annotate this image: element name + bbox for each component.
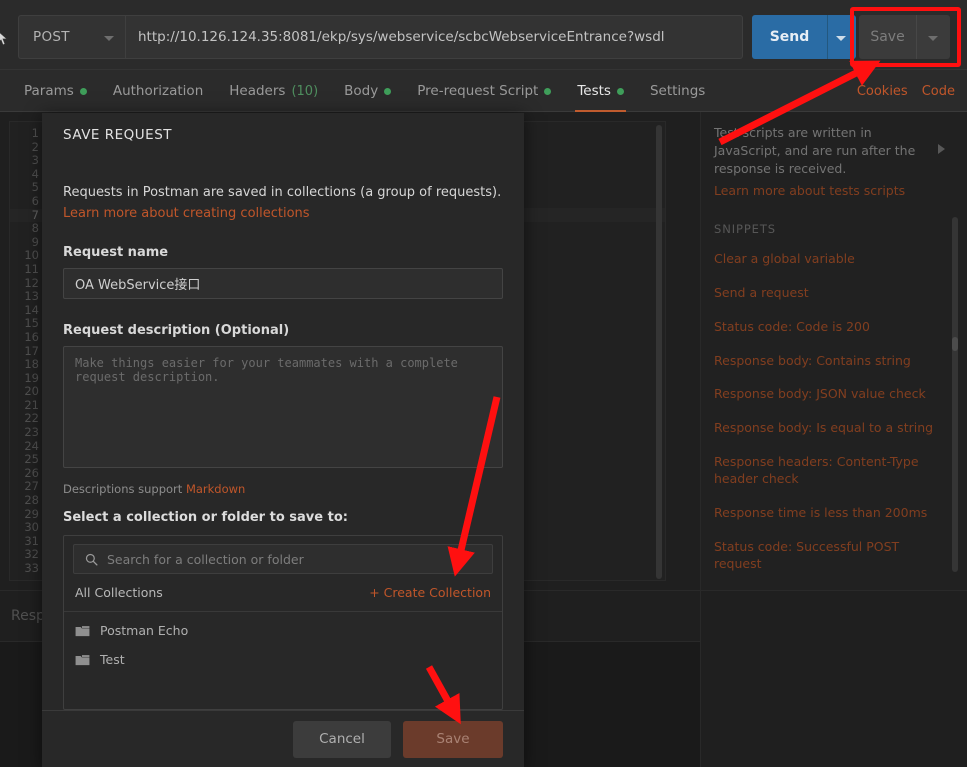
select-collection-label: Select a collection or folder to save to… xyxy=(63,510,503,525)
chevron-down-icon xyxy=(104,36,114,41)
tab-tests[interactable]: Tests xyxy=(564,70,637,112)
modal-intro-text: Requests in Postman are saved in collect… xyxy=(63,185,503,200)
collection-list: Postman Echo Test xyxy=(64,616,502,674)
modal-save-button[interactable]: Save xyxy=(403,721,503,758)
tab-headers[interactable]: Headers (10) xyxy=(216,70,331,112)
request-name-label: Request name xyxy=(63,245,503,260)
collection-list-item[interactable]: Postman Echo xyxy=(64,616,502,645)
request-tabs: Params Authorization Headers (10) Body P… xyxy=(0,70,967,112)
tab-label: Authorization xyxy=(113,83,203,99)
status-dot-icon xyxy=(617,88,624,95)
save-options-button[interactable] xyxy=(916,15,950,59)
all-collections-label: All Collections xyxy=(75,585,163,600)
request-top-bar: POST http://10.126.124.35:8081/ekp/sys/w… xyxy=(0,0,967,70)
status-dot-icon xyxy=(544,88,551,95)
chevron-down-icon xyxy=(836,36,846,41)
cookies-link[interactable]: Cookies xyxy=(857,84,908,99)
code-link[interactable]: Code xyxy=(922,84,955,99)
status-dot-icon xyxy=(384,88,391,95)
markdown-note-prefix: Descriptions support xyxy=(63,482,186,496)
collection-search-row[interactable] xyxy=(73,544,493,574)
tab-pre-request-script[interactable]: Pre-request Script xyxy=(404,70,564,112)
tab-label: Settings xyxy=(650,83,705,99)
request-name-input[interactable] xyxy=(63,268,503,299)
url-row: POST http://10.126.124.35:8081/ekp/sys/w… xyxy=(18,15,743,59)
folder-icon xyxy=(75,625,90,637)
tab-label: Params xyxy=(24,83,74,99)
collection-picker: All Collections + Create Collection Post… xyxy=(63,535,503,710)
tab-authorization[interactable]: Authorization xyxy=(100,70,216,112)
chevron-down-icon xyxy=(928,36,938,41)
modal-title: SAVE REQUEST xyxy=(42,113,524,153)
tab-body[interactable]: Body xyxy=(331,70,404,112)
markdown-support-note: Descriptions support Markdown xyxy=(63,482,503,496)
modal-footer: Cancel Save xyxy=(42,710,524,767)
url-text: http://10.126.124.35:8081/ekp/sys/webser… xyxy=(138,29,665,45)
tab-params[interactable]: Params xyxy=(11,70,100,112)
collection-search-input[interactable] xyxy=(107,552,481,567)
send-button-group: Send xyxy=(752,15,856,59)
create-collection-button[interactable]: + Create Collection xyxy=(369,585,491,600)
tab-label: Headers xyxy=(229,83,285,99)
save-request-modal: SAVE REQUEST Requests in Postman are sav… xyxy=(42,113,524,767)
tab-count-badge: (10) xyxy=(291,84,318,99)
modal-body: Requests in Postman are saved in collect… xyxy=(42,185,524,710)
url-input[interactable]: http://10.126.124.35:8081/ekp/sys/webser… xyxy=(125,15,743,59)
search-icon xyxy=(85,553,98,566)
request-tabs-bar: Params Authorization Headers (10) Body P… xyxy=(0,70,967,112)
cancel-button[interactable]: Cancel xyxy=(293,721,391,758)
tab-label: Tests xyxy=(577,83,611,99)
collection-name: Postman Echo xyxy=(100,623,188,638)
tab-label: Body xyxy=(344,83,378,99)
collection-name: Test xyxy=(100,652,125,667)
markdown-link[interactable]: Markdown xyxy=(186,482,245,496)
save-button[interactable]: Save xyxy=(859,15,916,59)
send-options-button[interactable] xyxy=(827,15,856,59)
mouse-cursor-icon xyxy=(0,30,9,46)
send-button[interactable]: Send xyxy=(752,15,827,59)
method-label: POST xyxy=(33,29,70,45)
all-collections-row: All Collections + Create Collection xyxy=(64,574,502,612)
method-selector[interactable]: POST xyxy=(18,15,125,59)
tab-settings[interactable]: Settings xyxy=(637,70,718,112)
learn-more-collections-link[interactable]: Learn more about creating collections xyxy=(63,206,310,221)
request-description-label: Request description (Optional) xyxy=(63,323,503,338)
status-dot-icon xyxy=(80,88,87,95)
tabs-right-links: Cookies Code xyxy=(857,70,955,112)
tab-label: Pre-request Script xyxy=(417,83,538,99)
folder-icon xyxy=(75,654,90,666)
collection-list-item[interactable]: Test xyxy=(64,645,502,674)
save-button-group: Save xyxy=(859,15,950,59)
request-description-input[interactable] xyxy=(63,346,503,468)
